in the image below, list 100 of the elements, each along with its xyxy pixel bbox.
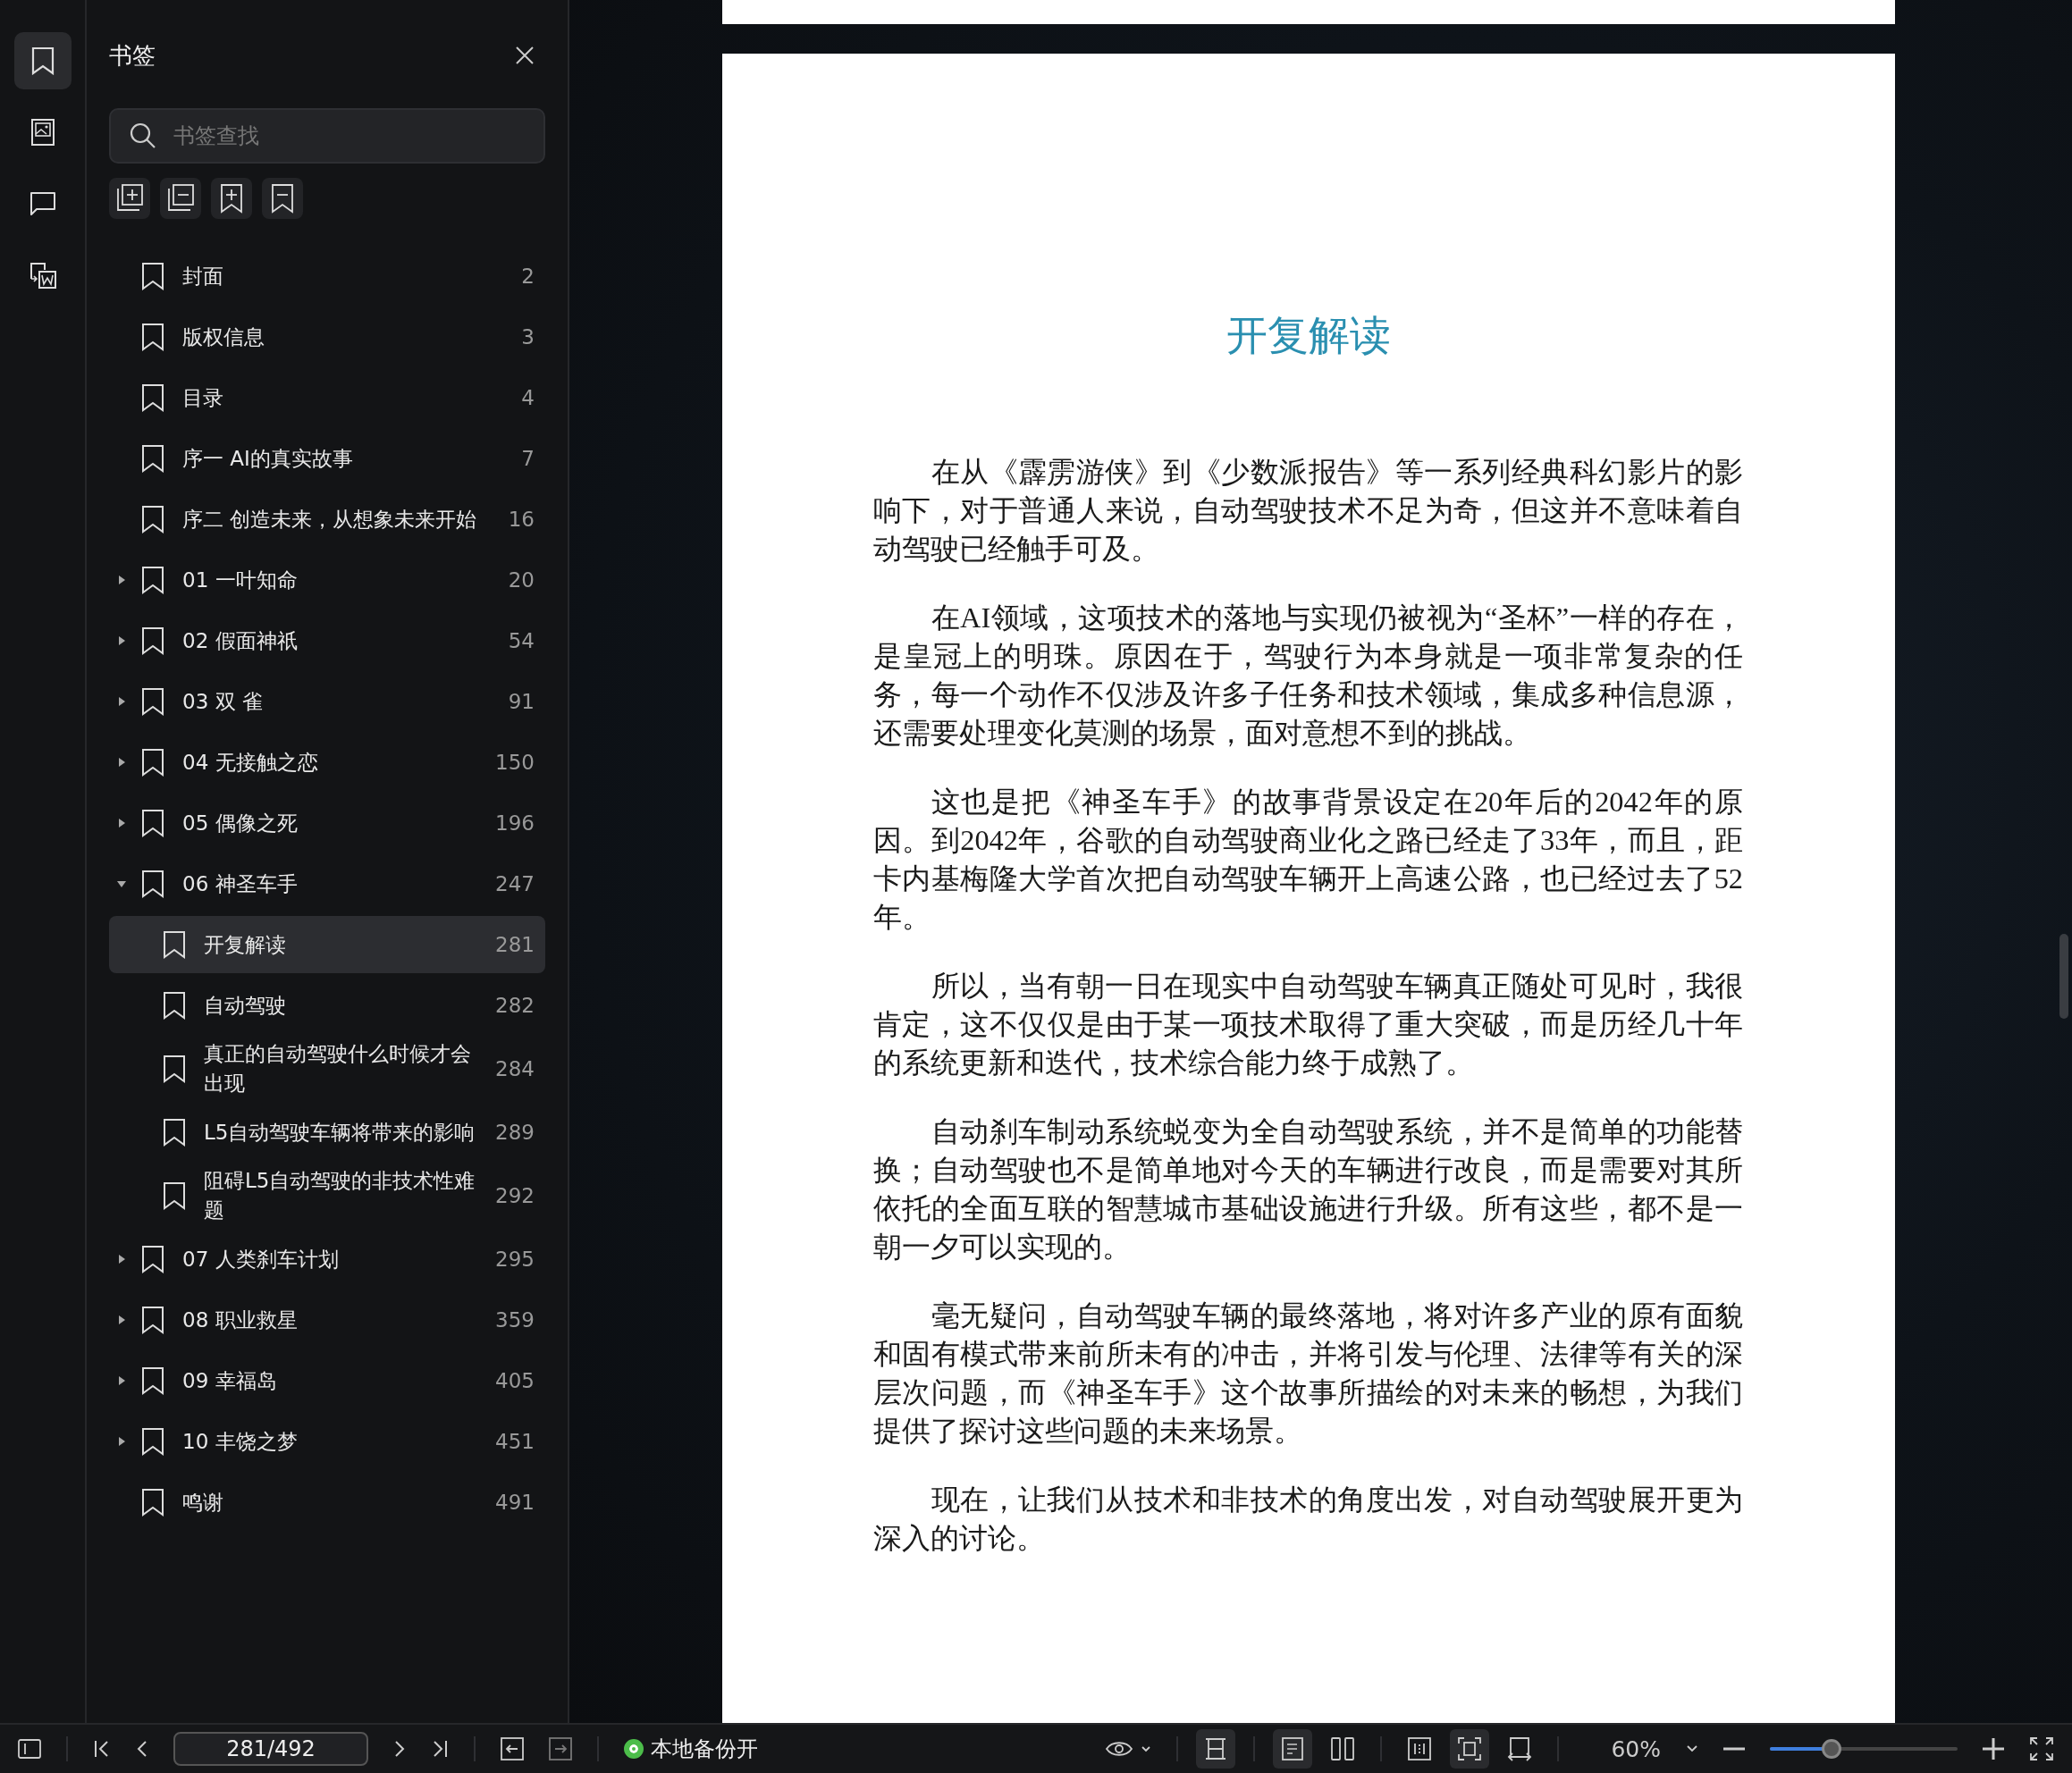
rail-tab[interactable] — [13, 32, 72, 89]
bookmark-title: 06 神圣车手 — [182, 870, 299, 897]
next-page-icon[interactable] — [393, 1739, 406, 1759]
bookmark-item[interactable]: 04 无接触之恋 150 — [109, 734, 545, 791]
bookmark-title: 真正的自动驾驶什么时候才会出现 — [204, 1041, 472, 1097]
collapse-all-icon — [165, 183, 196, 214]
zoom-slider[interactable] — [1770, 1739, 1958, 1759]
zoom-in-icon[interactable] — [1983, 1738, 2004, 1760]
slider-thumb[interactable] — [1822, 1739, 1842, 1759]
bookmark-item[interactable]: 自动驾驶 282 — [109, 977, 545, 1034]
paragraph: 在从《霹雳游侠》到《少数派报告》等一系列经典科幻影片的影响下，对于普通人来说，自动驾驶技术不足为奇，但这并不意味着自动驾驶已经触手可及。 — [873, 455, 1743, 567]
bookmark-title: 09 幸福岛 — [182, 1367, 278, 1394]
remove-bookmark-icon — [270, 183, 295, 214]
expand-arrow-icon[interactable] — [117, 758, 126, 767]
last-page-icon[interactable] — [431, 1739, 449, 1759]
page-number: 196 — [495, 811, 535, 835]
remove-bookmark-button[interactable] — [262, 178, 303, 219]
caret-icon[interactable] — [1686, 1744, 1698, 1753]
bookmark-icon — [163, 1118, 186, 1147]
bookmark-icon — [141, 687, 164, 716]
collapse-all-button[interactable] — [160, 178, 201, 219]
bookmark-item[interactable]: 09 幸福岛 405 — [109, 1352, 545, 1409]
page-number: 2 — [521, 265, 535, 288]
bookmark-title: 04 无接触之恋 — [182, 749, 319, 776]
paragraph: 毫无疑问，自动驾驶车辆的最终落地，将对许多产业的原有面貌和固有模式带来前所未有的冲击，并将引发与伦理、法律等有关的深层次问题，而《神圣车手》这个故事所描绘的对未来的畅想，为我们提供了探讨这些问题的未来场景。 — [873, 1298, 1743, 1449]
expand-arrow-icon[interactable] — [117, 819, 126, 828]
fit-page-button[interactable] — [1450, 1729, 1490, 1769]
page-number-field[interactable]: 281/492 — [173, 1732, 368, 1766]
paragraph: 这也是把《神圣车手》的故事背景设定在20年后的2042年的原因。到2042年，谷歌的自动驾驶商业化之路已经走了33年，而且，距卡内基梅隆大学首次把自动驾驶车辆开上高速公路，也已经过去了52年。 — [873, 785, 1743, 935]
bookmark-title: 封面 — [182, 263, 224, 290]
bookmark-item[interactable]: 07 人类刹车计划 295 — [109, 1231, 545, 1288]
close-icon[interactable] — [515, 46, 535, 65]
bookmark-item[interactable]: 序二 创造未来，从想象未来开始 16 — [109, 491, 545, 548]
bookmark-item[interactable]: L5自动驾驶车辆将带来的影响 289 — [109, 1104, 545, 1161]
bookmark-icon — [141, 1245, 164, 1273]
expand-arrow-icon[interactable] — [117, 1437, 126, 1446]
expand-arrow-icon[interactable] — [117, 697, 126, 706]
bookmark-icon — [163, 930, 186, 959]
page-number: 150 — [495, 751, 535, 774]
bookmark-item[interactable]: 06 神圣车手 247 — [109, 855, 545, 912]
page-number: 451 — [495, 1430, 535, 1453]
bookmark-item[interactable]: 真正的自动驾驶什么时候才会出现 284 — [109, 1038, 545, 1100]
bookmark-title: 03 双 雀 — [182, 688, 264, 715]
page-number: 20 — [508, 568, 535, 592]
add-bookmark-icon — [219, 183, 244, 214]
paragraph: 现在，让我们从技术和非技术的角度出发，对自动驾驶展开更为深入的讨论。 — [873, 1483, 1743, 1556]
two-page-icon — [1331, 1737, 1355, 1760]
bookmark-title: 版权信息 — [182, 324, 265, 350]
page-number: 295 — [495, 1248, 535, 1271]
bookmark-title: 开复解读 — [204, 931, 287, 958]
bookmark-icon — [141, 323, 164, 351]
bookmark-title: 序二 创造未来，从想象未来开始 — [182, 506, 478, 533]
panel-title: 书签 — [109, 40, 156, 71]
bookmark-item[interactable]: 02 假面神祇 54 — [109, 612, 545, 669]
bookmark-item[interactable]: 序一 AI的真实故事 7 — [109, 430, 545, 487]
bookmark-item[interactable]: 08 职业救星 359 — [109, 1291, 545, 1349]
continuous-scroll-button[interactable] — [1196, 1729, 1236, 1769]
sidebar-toggle-icon[interactable] — [18, 1739, 41, 1759]
bookmark-item[interactable]: 01 一叶知命 20 — [109, 551, 545, 609]
backup-status[interactable]: 本地备份开 — [651, 1735, 758, 1763]
expand-all-button[interactable] — [109, 178, 150, 219]
fullscreen-icon[interactable] — [2029, 1736, 2054, 1761]
expand-arrow-icon[interactable] — [117, 1376, 126, 1385]
add-bookmark-button[interactable] — [211, 178, 252, 219]
bookmark-icon — [141, 1488, 164, 1517]
scrollbar[interactable] — [2059, 934, 2068, 1019]
bookmark-icon — [141, 505, 164, 534]
comment-icon — [28, 191, 57, 216]
bookmark-icon — [30, 46, 55, 75]
page-number: 54 — [508, 629, 535, 652]
bookmark-item[interactable]: 开复解读 281 — [109, 916, 545, 973]
page-number: 491 — [495, 1491, 535, 1514]
page-number: 3 — [521, 325, 535, 349]
zoom-level[interactable]: 60% — [1611, 1735, 1661, 1762]
eye-icon[interactable] — [1105, 1739, 1152, 1759]
first-page-icon[interactable] — [93, 1739, 111, 1759]
zoom-out-icon[interactable] — [1723, 1747, 1745, 1751]
expand-arrow-icon[interactable] — [117, 1255, 126, 1264]
page-number: 281 — [495, 933, 535, 956]
search-field[interactable]: 书签查找 — [109, 108, 545, 164]
bookmark-item[interactable]: 鸣谢 491 — [109, 1474, 545, 1531]
bookmark-item[interactable]: 目录 4 — [109, 369, 545, 426]
expand-arrow-icon[interactable] — [117, 1315, 126, 1324]
expand-arrow-icon[interactable] — [117, 879, 126, 888]
bookmark-item[interactable]: 版权信息 3 — [109, 308, 545, 366]
fit-width-icon — [1507, 1736, 1533, 1761]
previous-page-icon[interactable] — [136, 1739, 148, 1759]
bookmark-icon — [141, 809, 164, 837]
bookmark-item[interactable]: 封面 2 — [109, 248, 545, 305]
expand-arrow-icon[interactable] — [117, 576, 126, 584]
back-icon[interactable] — [501, 1737, 524, 1760]
bookmark-icon — [163, 991, 186, 1020]
page-number: 4 — [521, 386, 535, 409]
bookmark-item[interactable]: 03 双 雀 91 — [109, 673, 545, 730]
single-page-button[interactable] — [1273, 1729, 1313, 1769]
expand-arrow-icon[interactable] — [117, 636, 126, 645]
bookmark-item[interactable]: 05 偶像之死 196 — [109, 794, 545, 852]
bookmark-item[interactable]: 10 丰饶之梦 451 — [109, 1413, 545, 1470]
bookmark-icon — [141, 626, 164, 655]
forward-icon[interactable] — [549, 1737, 572, 1760]
